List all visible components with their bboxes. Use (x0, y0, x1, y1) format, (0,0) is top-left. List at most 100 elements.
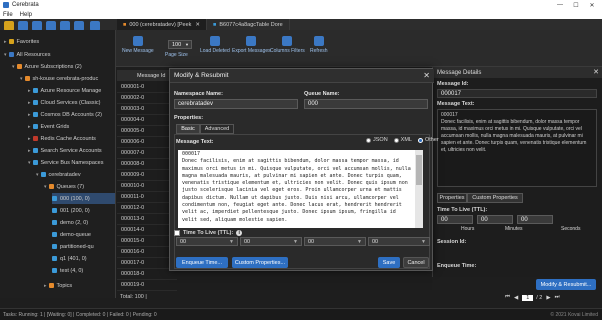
ttl-minutes-select[interactable]: 00 ▼ (304, 237, 366, 246)
namespace-field[interactable]: cerebratadev (174, 99, 298, 109)
table-row[interactable]: 000008-0 (117, 159, 177, 170)
column-header-message-id[interactable]: Message Id (137, 73, 165, 79)
cancel-button[interactable]: Cancel (403, 257, 429, 268)
tree-queue-partitioned[interactable]: partitioned-qu (52, 241, 94, 252)
ttl-days-select[interactable]: 00 ▼ (176, 237, 238, 246)
modify-resubmit-button[interactable]: Modify & Resubmit... (536, 279, 596, 290)
table-row[interactable]: 000002-0 (117, 93, 177, 104)
tree-azure-subscriptions[interactable]: ▾ Azure Subscriptions (2) (12, 61, 82, 72)
close-icon[interactable]: ✕ (195, 22, 200, 28)
tree-label: Event Grids (40, 123, 70, 130)
tab-advanced[interactable]: Advanced (200, 124, 234, 134)
radio-other[interactable]: Other (417, 137, 439, 143)
next-page-icon[interactable]: ▶ (546, 295, 550, 301)
tree-topics[interactable]: ▸ Topics (44, 280, 72, 291)
menu-help[interactable]: Help (20, 12, 32, 18)
table-row[interactable]: 000019-0 (117, 280, 177, 291)
table-row[interactable]: 000001-0 (117, 82, 177, 93)
page-number-field[interactable]: 1 (522, 294, 534, 301)
tree-queue-000[interactable]: 000 (100, 0) (52, 193, 115, 204)
message-id-field[interactable]: 000017 (437, 89, 597, 98)
columns-filters-button[interactable]: Columns Filters (270, 36, 305, 54)
tree-service-bus[interactable]: ▾ Service Bus Namespaces (28, 157, 104, 168)
chevron-right-icon: ▸ (28, 123, 31, 130)
tab-basic[interactable]: Basic (176, 124, 200, 134)
load-deleted-button[interactable]: Load Deleted (200, 36, 230, 54)
table-row[interactable]: 000015-0 (117, 236, 177, 247)
tree-subscription[interactable]: ▾ sh-kouse cerebrata-produc (20, 73, 98, 84)
page-size-select[interactable]: 100 ▼ (168, 40, 192, 49)
radio-dot (393, 137, 399, 143)
table-row[interactable]: 000006-0 (117, 137, 177, 148)
tree-queue-001[interactable]: 001 (200, 0) (52, 205, 90, 216)
scrollbar-thumb[interactable] (416, 155, 422, 185)
cell-message-id: 000013-0 (121, 216, 145, 222)
cell-message-id: 000018-0 (121, 271, 145, 277)
export-messages-button[interactable]: Export Messages (232, 36, 271, 54)
info-icon[interactable]: i (236, 230, 243, 236)
ttl-days-field[interactable]: 00 (437, 215, 473, 224)
table-row[interactable]: 000004-0 (117, 115, 177, 126)
tree-queues[interactable]: ▾ Queues (7) (44, 181, 84, 192)
format-radio-group: JSON XML Other (360, 137, 439, 143)
queue-field[interactable]: 000 (304, 99, 428, 109)
enqueue-time-button[interactable]: Enqueue Time... (176, 257, 228, 268)
ttl-hours-field[interactable]: 00 (477, 215, 513, 224)
table-row[interactable]: 000007-0 (117, 148, 177, 159)
menu-file[interactable]: File (3, 12, 13, 18)
tree-all-resources[interactable]: ▾ All Resources (4, 49, 50, 60)
tree-azure-resource-manager[interactable]: ▸ Azure Resource Manage (28, 85, 101, 96)
table-row[interactable]: 000009-0 (117, 170, 177, 181)
table-row[interactable]: 000011-0 (117, 192, 177, 203)
ttl-seconds-select[interactable]: 00 ▼ (368, 237, 430, 246)
custom-properties-button[interactable]: Custom Properties... (232, 257, 288, 268)
table-row[interactable]: 000017-0 (117, 258, 177, 269)
radio-xml[interactable]: XML (393, 137, 412, 143)
table-row[interactable]: 000016-0 (117, 247, 177, 258)
tree-queue-q1[interactable]: q1 (401, 0) (52, 253, 87, 264)
table-row[interactable]: 000003-0 (117, 104, 177, 115)
table-row[interactable]: 000012-0 (117, 203, 177, 214)
new-message-button[interactable]: New Message (122, 36, 154, 54)
tree-label: demo (2, 0) (60, 219, 89, 226)
copyright: © 2021 Kovai Limited (550, 311, 598, 318)
table-row[interactable]: 000010-0 (117, 181, 177, 192)
ttl-hours-select[interactable]: 00 ▼ (240, 237, 302, 246)
table-row[interactable]: 000005-0 (117, 126, 177, 137)
ttl-checkbox[interactable] (174, 230, 180, 236)
tab-table[interactable]: ■ B6077c4a8agcTable Dore (207, 19, 290, 30)
close-window-icon[interactable]: ✕ (584, 0, 600, 10)
maximize-icon[interactable]: ☐ (568, 0, 584, 10)
tree-namespace[interactable]: ▾ cerebratadev (36, 169, 81, 180)
last-page-icon[interactable]: ⏭ (555, 294, 560, 301)
radio-json[interactable]: JSON (366, 137, 388, 143)
tree-queue-demo-queue[interactable]: demo-queue (52, 229, 91, 240)
save-button[interactable]: Save (378, 257, 400, 268)
table-row[interactable]: 000014-0 (117, 225, 177, 236)
namespace-label: Namespace Name: (174, 91, 223, 97)
table-row[interactable]: 000018-0 (117, 269, 177, 280)
app-logo-icon (3, 2, 9, 8)
close-icon[interactable]: ✕ (593, 68, 599, 76)
message-text-editor[interactable]: 000017 Donec facilisis, enim at sagittis… (178, 150, 415, 228)
editor-scrollbar[interactable] (415, 150, 423, 228)
first-page-icon[interactable]: ⏮ (505, 294, 510, 301)
tree-search-service[interactable]: ▸ Search Service Accounts (28, 145, 102, 156)
tree-redis-cache[interactable]: ▸ Redis Cache Accounts (28, 133, 96, 144)
tree-cosmos-db[interactable]: ▸ Cosmos DB Accounts (2) (28, 109, 102, 120)
refresh-button[interactable]: Refresh (310, 36, 328, 54)
close-icon[interactable]: ✕ (423, 71, 430, 80)
tree-event-grids[interactable]: ▸ Event Grids (28, 121, 69, 132)
ttl-minutes-field[interactable]: 00 (517, 215, 553, 224)
table-row[interactable]: 000013-0 (117, 214, 177, 225)
tree-cloud-services[interactable]: ▸ Cloud Services (Classic) (28, 97, 100, 108)
tree-favorites[interactable]: ▸ Favorites (4, 36, 39, 47)
prev-page-icon[interactable]: ◀ (514, 295, 518, 301)
tab-queue-peek[interactable]: ■ 000 (cerebratadev) [Peek ✕ (117, 19, 208, 30)
tree-queue-demo[interactable]: demo (2, 0) (52, 217, 88, 228)
message-text-preview[interactable]: 000017 Donec facilisis, enim at sagittis… (437, 109, 597, 187)
tab-properties[interactable]: Properties (437, 193, 467, 203)
minimize-icon[interactable]: — (552, 0, 568, 10)
tree-queue-test[interactable]: test (4, 0) (52, 265, 83, 276)
tab-custom-properties[interactable]: Custom Properties (467, 193, 523, 203)
